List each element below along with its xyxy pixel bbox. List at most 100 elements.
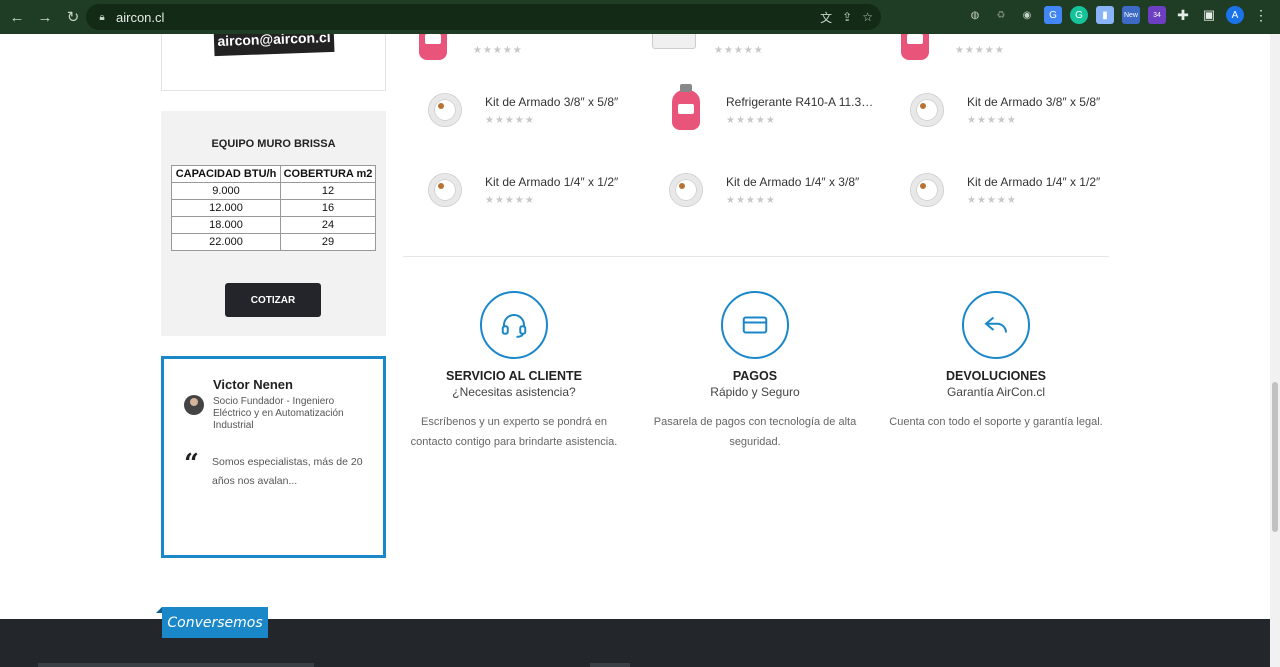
table-row: 22.000 29 <box>171 233 376 251</box>
table-cell: 24 <box>280 216 376 234</box>
url-text: aircon.cl <box>116 9 165 25</box>
menu-kebab-icon[interactable]: ⋮ <box>1252 6 1270 24</box>
table-row: 18.000 24 <box>171 216 376 234</box>
extensions-bar: ◍ ♻ ◉ G G ▮ New 34 ✚ ▣ A ⋮ <box>966 6 1270 24</box>
new-extension-icon[interactable]: New <box>1122 6 1140 24</box>
table-cell: 16 <box>280 199 376 217</box>
camera-extension-icon[interactable]: ◉ <box>1018 6 1036 24</box>
section-divider <box>403 256 1109 257</box>
omnibox-actions: 文 ⇪ ☆ <box>820 4 873 30</box>
address-bar[interactable]: 🔒︎ aircon.cl 文 ⇪ ☆ <box>86 4 881 30</box>
product-card[interactable]: Kit de Armado 1/4″ x 1/2″ ★★★★★ <box>897 160 1127 220</box>
feature-returns: DEVOLUCIONES Garantía AirCon.cl Cuenta c… <box>881 291 1111 433</box>
pipe-coil-icon[interactable] <box>897 80 957 140</box>
table-header: COBERTURA m2 <box>280 165 376 183</box>
author-card: Victor Nenen Socio Fundador - Ingeniero … <box>161 356 386 558</box>
table-row: 12.000 16 <box>171 199 376 217</box>
product-card[interactable]: Kit de Armado 1/4″ x 1/2″ ★★★★★ <box>415 160 645 220</box>
product-title[interactable]: Kit de Armado 1/4″ x 3/8″ <box>726 175 876 189</box>
feature-heading: DEVOLUCIONES <box>945 369 1046 383</box>
email-label[interactable]: aircon@aircon.cl <box>213 34 335 57</box>
table-header: CAPACIDAD BTU/h <box>171 165 281 183</box>
author-role: Socio Fundador - Ingeniero Eléctrico y e… <box>213 396 344 431</box>
author-quote: Somos especialistas, más de 20 años nos … <box>212 456 363 487</box>
refrigerant-tank-icon[interactable] <box>656 80 716 140</box>
product-title[interactable]: Kit de Armado 3/8″ x 5/8″ <box>485 95 635 109</box>
headset-icon <box>480 291 548 359</box>
feature-heading: SERVICIO AL CLIENTE <box>446 369 582 383</box>
rating-stars: ★★★★★ <box>485 115 535 126</box>
refrigerant-tank-icon[interactable] <box>885 34 945 70</box>
rating-stars: ★★★★★ <box>485 195 535 206</box>
recycle-extension-icon[interactable]: ♻ <box>992 6 1010 24</box>
conversemos-tab[interactable]: Conversemos <box>156 607 268 638</box>
rating-stars: ★★★★★ <box>473 45 523 56</box>
grammarly-icon[interactable]: G <box>1070 6 1088 24</box>
rating-stars: ★★★★★ <box>726 195 776 206</box>
product-title[interactable]: Kit de Armado 3/8″ x 5/8″ <box>967 95 1117 109</box>
page-content: aircon@aircon.cl EQUIPO MURO BRISSA CAPA… <box>0 34 1280 667</box>
product-title[interactable]: Kit de Armado 1/4″ x 1/2″ <box>967 175 1117 189</box>
email-banner: aircon@aircon.cl <box>161 34 386 91</box>
table-header-row: CAPACIDAD BTU/h COBERTURA m2 <box>171 165 376 183</box>
profile-avatar[interactable]: A <box>1226 6 1244 24</box>
lock-icon[interactable]: 🔒︎ <box>96 11 108 23</box>
translate-icon[interactable]: 文 <box>820 9 832 26</box>
pipe-coil-icon[interactable] <box>415 80 475 140</box>
quote-icon: “ <box>184 449 199 479</box>
table-row: 9.000 12 <box>171 182 376 200</box>
page-scrollbar[interactable] <box>1270 34 1280 667</box>
return-arrow-icon <box>962 291 1030 359</box>
footer-strip <box>38 663 314 667</box>
product-card-partial[interactable]: ★★★★★ <box>885 34 1115 70</box>
reload-icon[interactable]: ↻ <box>64 8 82 26</box>
counter-extension-icon[interactable]: 34 <box>1148 6 1166 24</box>
docs-extension-icon[interactable]: ▮ <box>1096 6 1114 24</box>
table-cell: 18.000 <box>171 216 281 234</box>
refrigerant-tank-icon[interactable] <box>403 34 463 70</box>
table-cell: 29 <box>280 233 376 251</box>
author-name: Victor Nenen <box>213 377 293 392</box>
table-cell: 22.000 <box>171 233 281 251</box>
pipe-coil-icon[interactable] <box>415 160 475 220</box>
product-title[interactable]: Refrigerante R410-A 11.3 kg <box>726 95 876 109</box>
product-card-partial[interactable]: ★★★★★ <box>403 34 633 70</box>
rating-stars: ★★★★★ <box>714 45 764 56</box>
product-card[interactable]: Kit de Armado 1/4″ x 3/8″ ★★★★★ <box>656 160 886 220</box>
share-icon[interactable]: ⇪ <box>842 10 852 24</box>
browser-nav: ← → ↻ <box>0 8 82 27</box>
product-card[interactable]: Kit de Armado 3/8″ x 5/8″ ★★★★★ <box>897 80 1127 140</box>
feature-description: Pasarela de pagos con tecnología de alta… <box>653 416 857 448</box>
puzzle-icon[interactable]: ✚ <box>1174 6 1192 24</box>
rating-stars: ★★★★★ <box>955 45 1005 56</box>
credit-card-icon <box>721 291 789 359</box>
capacity-table: CAPACIDAD BTU/h COBERTURA m2 9.000 12 12… <box>171 165 376 251</box>
cotizar-button[interactable]: COTIZAR <box>225 283 321 317</box>
product-card[interactable]: Refrigerante R410-A 11.3 kg ★★★★★ <box>656 80 886 140</box>
feature-subheading: ¿Necesitas asistencia? <box>452 385 576 399</box>
browser-toolbar: ← → ↻ 🔒︎ aircon.cl 文 ⇪ ☆ ◍ ♻ ◉ G G ▮ New… <box>0 0 1280 34</box>
feature-payments: PAGOS Rápido y Seguro Pasarela de pagos … <box>640 291 870 452</box>
table-cell: 12.000 <box>171 199 281 217</box>
feature-subheading: Rápido y Seguro <box>710 385 800 399</box>
feature-subheading: Garantía AirCon.cl <box>946 385 1046 399</box>
globe-extension-icon[interactable]: ◍ <box>966 6 984 24</box>
bookmark-star-icon[interactable]: ☆ <box>862 10 873 24</box>
brissa-title: EQUIPO MURO BRISSA <box>211 138 336 150</box>
translate-extension-icon[interactable]: G <box>1044 6 1062 24</box>
table-cell: 12 <box>280 182 376 200</box>
rating-stars: ★★★★★ <box>726 115 776 126</box>
product-card[interactable]: Kit de Armado 3/8″ x 5/8″ ★★★★★ <box>415 80 645 140</box>
forward-icon[interactable]: → <box>36 8 54 26</box>
air-conditioner-icon[interactable] <box>644 34 704 70</box>
product-title[interactable]: Kit de Armado 1/4″ x 1/2″ <box>485 175 635 189</box>
pipe-coil-icon[interactable] <box>656 160 716 220</box>
product-card-partial[interactable]: ★★★★★ <box>644 34 874 70</box>
back-icon[interactable]: ← <box>8 8 26 26</box>
table-cell: 9.000 <box>171 182 281 200</box>
scrollbar-thumb[interactable] <box>1272 382 1278 532</box>
sidepanel-icon[interactable]: ▣ <box>1200 6 1218 24</box>
pipe-coil-icon[interactable] <box>897 160 957 220</box>
feature-heading: PAGOS <box>732 369 778 383</box>
rating-stars: ★★★★★ <box>967 195 1017 206</box>
